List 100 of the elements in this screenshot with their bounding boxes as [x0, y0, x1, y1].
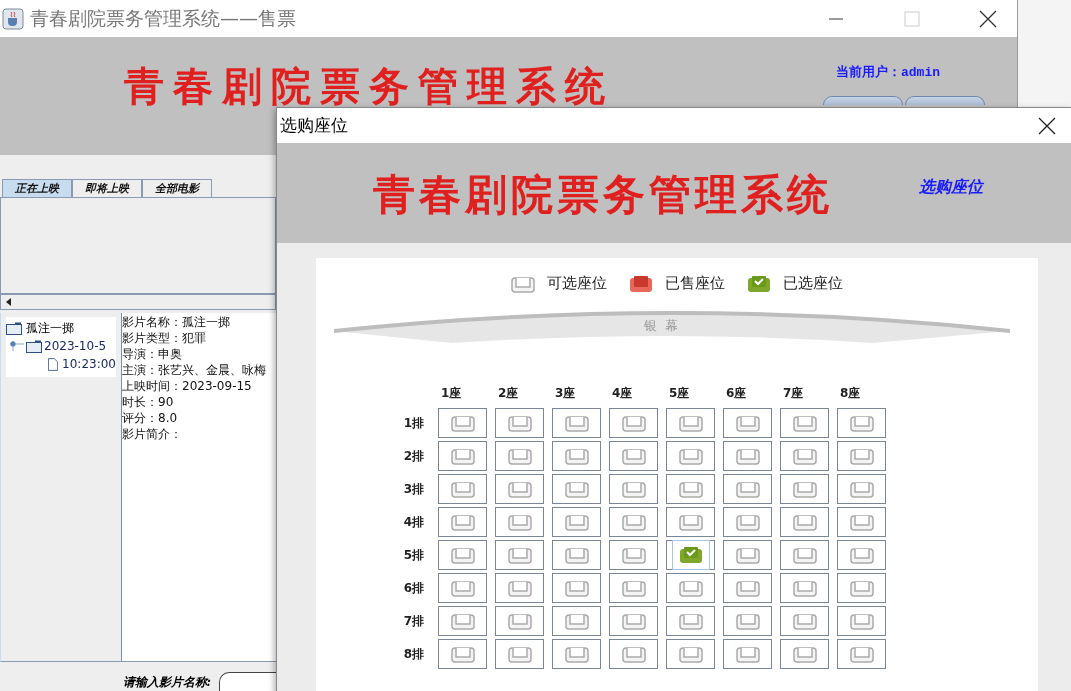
- tab[interactable]: 正在上映: [2, 179, 72, 197]
- seat-icon: [678, 645, 703, 663]
- movie-info-text: 影片类型：犯罪: [122, 330, 207, 346]
- seat-button[interactable]: [780, 606, 829, 636]
- seat-button[interactable]: [837, 573, 886, 603]
- seat-button[interactable]: [552, 507, 601, 537]
- tree-handle-icon[interactable]: [10, 341, 24, 351]
- seat-button[interactable]: [780, 441, 829, 471]
- seat-button[interactable]: [552, 540, 601, 570]
- seat-icon: [678, 480, 703, 498]
- seat-button[interactable]: [666, 474, 715, 504]
- seat-icon: [621, 480, 646, 498]
- close-icon[interactable]: [1038, 116, 1056, 135]
- close-icon[interactable]: [979, 9, 997, 28]
- column-label: 8座: [839, 385, 862, 402]
- seat-button[interactable]: [552, 573, 601, 603]
- seat-button[interactable]: [438, 441, 487, 471]
- row-label: 7排: [402, 612, 425, 630]
- seat-icon: [735, 513, 760, 531]
- seat-button[interactable]: [495, 507, 544, 537]
- seat-button[interactable]: [723, 474, 772, 504]
- seat-button[interactable]: [495, 606, 544, 636]
- seat-button[interactable]: [438, 573, 487, 603]
- seat-button[interactable]: [495, 639, 544, 669]
- seat-button[interactable]: [666, 441, 715, 471]
- seat-button[interactable]: [837, 474, 886, 504]
- seat-icon: [735, 447, 760, 465]
- seat-icon: [507, 645, 532, 663]
- seat-button[interactable]: [552, 408, 601, 438]
- seat-button[interactable]: [666, 507, 715, 537]
- seat-button[interactable]: [438, 606, 487, 636]
- scroll-left-icon[interactable]: [4, 297, 14, 307]
- seat-icon: [621, 414, 646, 432]
- seat-button[interactable]: [438, 540, 487, 570]
- tab[interactable]: 全部电影: [142, 179, 212, 197]
- seat-icon: [849, 579, 874, 597]
- seat-button[interactable]: [552, 639, 601, 669]
- seat-button[interactable]: [666, 639, 715, 669]
- seat-button[interactable]: [780, 639, 829, 669]
- seat-button[interactable]: [609, 441, 658, 471]
- seat-button[interactable]: [780, 507, 829, 537]
- seat-button[interactable]: [609, 507, 658, 537]
- seat-button[interactable]: [495, 540, 544, 570]
- seat-button[interactable]: [609, 639, 658, 669]
- seat-button[interactable]: [609, 408, 658, 438]
- tree-item[interactable]: 2023-10-5: [6, 337, 116, 355]
- seat-icon: [678, 414, 703, 432]
- seat-button[interactable]: [780, 573, 829, 603]
- seat-icon: [564, 414, 589, 432]
- seat-button[interactable]: [723, 408, 772, 438]
- seat-button[interactable]: [723, 573, 772, 603]
- seat-button[interactable]: [666, 540, 715, 570]
- seat-button[interactable]: [780, 408, 829, 438]
- seat-button[interactable]: [609, 606, 658, 636]
- seat-button[interactable]: [837, 606, 886, 636]
- seat-button[interactable]: [723, 507, 772, 537]
- seat-icon: [678, 513, 703, 531]
- seat-button[interactable]: [552, 606, 601, 636]
- row-label: 4排: [402, 513, 425, 531]
- seat-button[interactable]: [837, 441, 886, 471]
- column-label: 2座: [497, 385, 520, 402]
- seat-button[interactable]: [723, 606, 772, 636]
- seat-button[interactable]: [552, 441, 601, 471]
- screen-label: 银 幕: [644, 317, 679, 335]
- seat-button[interactable]: [609, 540, 658, 570]
- row-label: 5排: [402, 546, 425, 564]
- column-label: 5座: [668, 385, 691, 402]
- tree-item[interactable]: 孤注一掷: [6, 319, 116, 337]
- seat-button[interactable]: [780, 540, 829, 570]
- seat-button[interactable]: [666, 606, 715, 636]
- seat-button[interactable]: [723, 441, 772, 471]
- seat-button[interactable]: [666, 573, 715, 603]
- seat-button[interactable]: [837, 507, 886, 537]
- seat-button[interactable]: [837, 540, 886, 570]
- seat-icon: [564, 546, 589, 564]
- seat-button[interactable]: [552, 474, 601, 504]
- header-button[interactable]: [823, 96, 903, 105]
- tab[interactable]: 即将上映: [72, 179, 142, 197]
- seat-button[interactable]: [666, 408, 715, 438]
- seat-button[interactable]: [837, 639, 886, 669]
- seat-icon: [735, 480, 760, 498]
- tree-item[interactable]: 10:23:00: [6, 355, 116, 373]
- seat-button[interactable]: [495, 573, 544, 603]
- seat-button[interactable]: [495, 408, 544, 438]
- header-button[interactable]: [905, 96, 985, 105]
- seat-button[interactable]: [609, 573, 658, 603]
- seat-button[interactable]: [495, 441, 544, 471]
- seat-button[interactable]: [609, 474, 658, 504]
- search-field[interactable]: [219, 672, 276, 691]
- seat-button[interactable]: [438, 408, 487, 438]
- seat-button[interactable]: [438, 507, 487, 537]
- seat-button[interactable]: [837, 408, 886, 438]
- seat-button[interactable]: [495, 474, 544, 504]
- seat-button[interactable]: [438, 474, 487, 504]
- seat-button[interactable]: [438, 639, 487, 669]
- seat-button[interactable]: [723, 639, 772, 669]
- horizontal-scrollbar[interactable]: [0, 294, 276, 310]
- seat-button[interactable]: [723, 540, 772, 570]
- seat-button[interactable]: [780, 474, 829, 504]
- seat-icon: [621, 546, 646, 564]
